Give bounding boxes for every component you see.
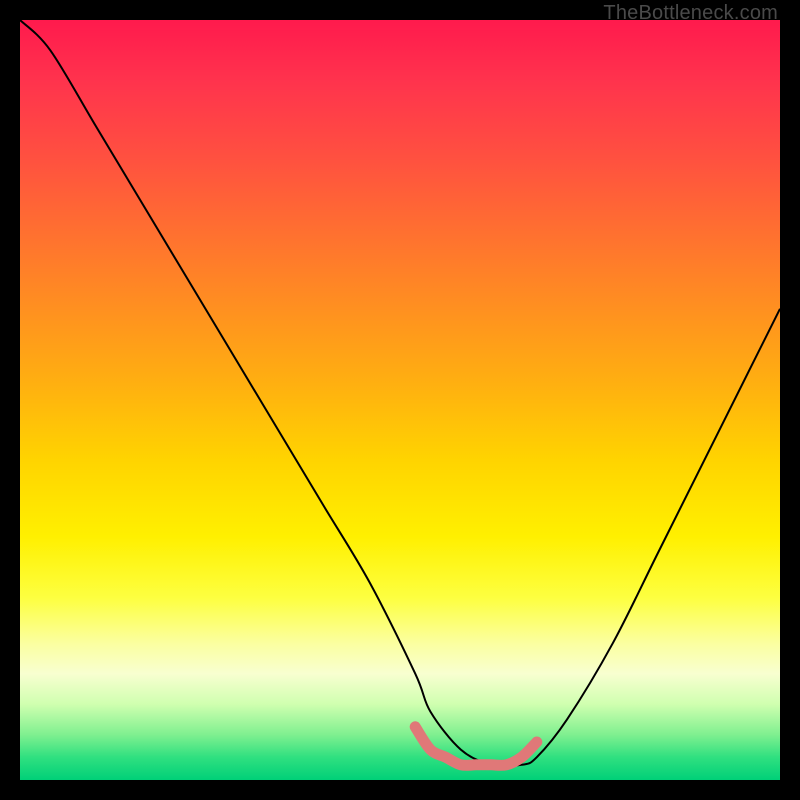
chart-container: TheBottleneck.com	[0, 0, 800, 800]
optimal-zone-marker	[415, 727, 537, 766]
plot-area	[20, 20, 780, 780]
chart-svg	[20, 20, 780, 780]
watermark-text: TheBottleneck.com	[603, 2, 778, 25]
bottleneck-curve	[20, 20, 780, 766]
